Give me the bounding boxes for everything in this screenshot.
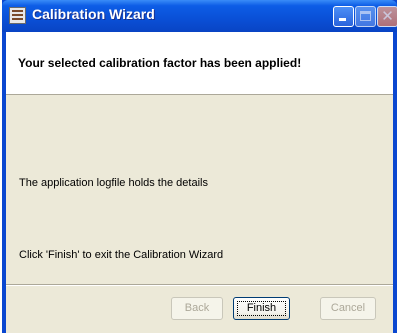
wizard-header: Your selected calibration factor has bee… — [6, 32, 393, 95]
minimize-icon — [339, 18, 346, 21]
button-divider — [6, 284, 393, 286]
header-title: Your selected calibration factor has bee… — [18, 56, 302, 70]
close-button: ✕ — [377, 6, 398, 27]
maximize-button — [355, 6, 376, 27]
logfile-message: The application logfile holds the detail… — [19, 177, 208, 189]
back-button: Back — [171, 297, 223, 320]
window-title: Calibration Wizard — [32, 6, 155, 22]
close-icon: ✕ — [381, 8, 394, 25]
finish-instruction: Click 'Finish' to exit the Calibration W… — [19, 249, 224, 261]
cancel-button: Cancel — [320, 297, 376, 320]
minimize-button[interactable] — [333, 6, 354, 27]
calibration-app-icon — [9, 7, 26, 24]
wizard-client-area: Your selected calibration factor has bee… — [6, 32, 393, 333]
finish-button-label: Finish — [246, 302, 277, 314]
calibration-wizard-window: Calibration Wizard ✕ Your selected calib… — [2, 0, 398, 333]
title-bar[interactable]: Calibration Wizard ✕ — [2, 0, 398, 32]
maximize-icon — [360, 11, 371, 21]
finish-button[interactable]: Finish — [233, 297, 290, 320]
